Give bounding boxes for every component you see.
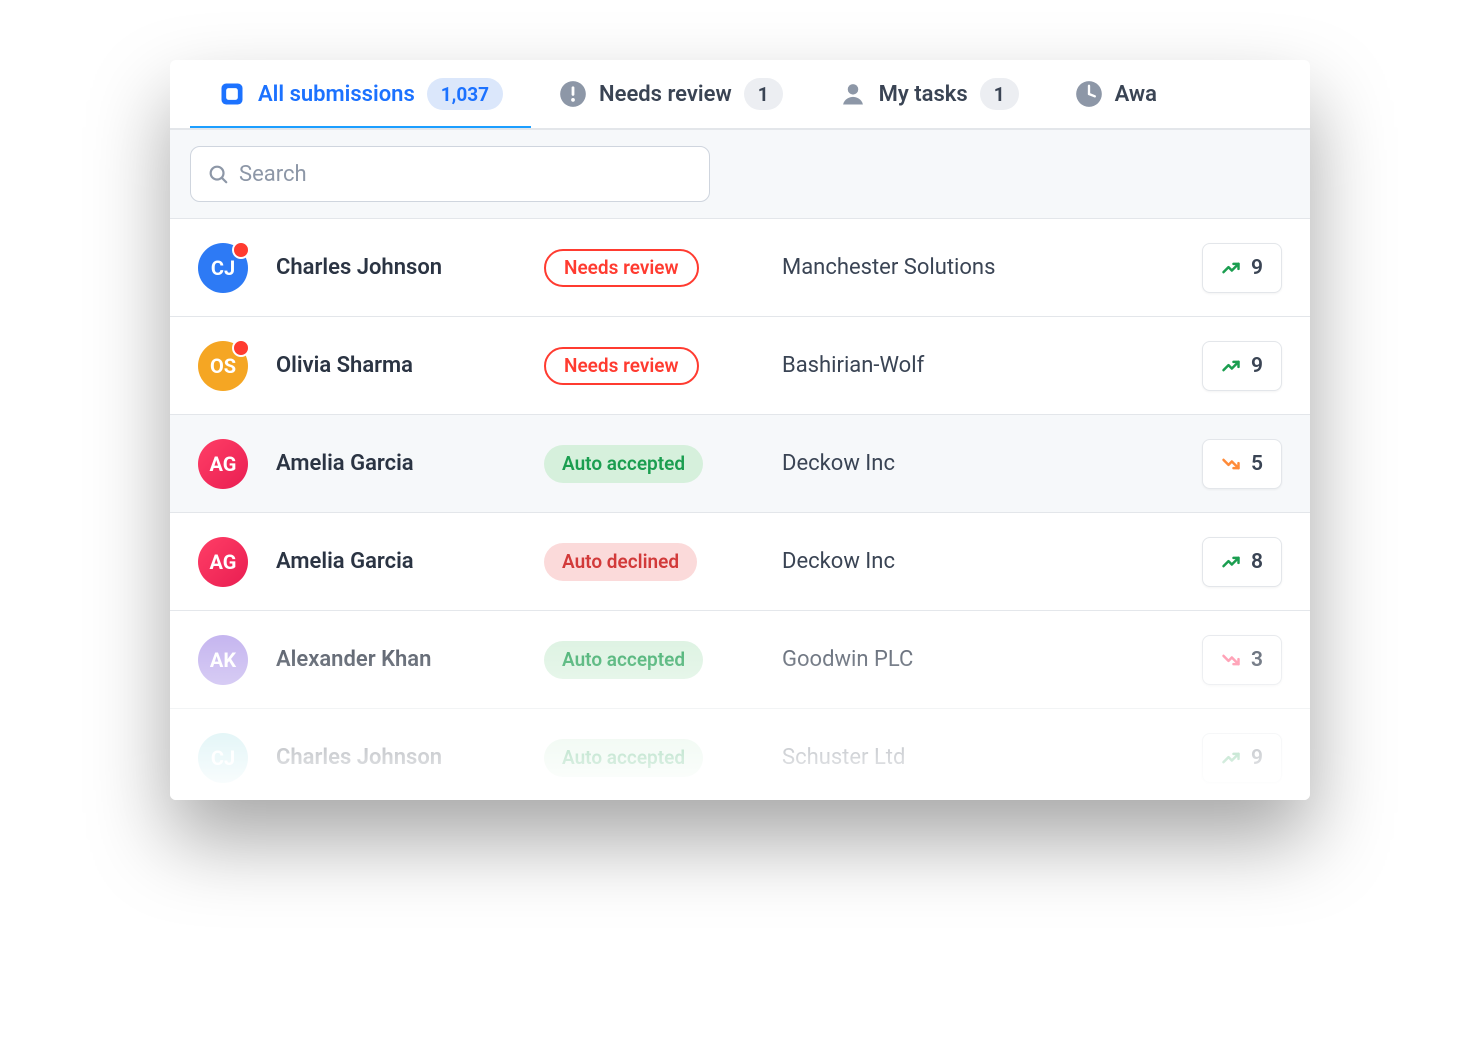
- score-chip[interactable]: 3: [1202, 635, 1282, 685]
- score-chip[interactable]: 8: [1202, 537, 1282, 587]
- tab-label: Needs review: [599, 82, 732, 107]
- submissions-list: CJ Charles Johnson Needs review Manchester …: [170, 219, 1310, 800]
- company-name: Deckow Inc: [782, 549, 1174, 574]
- company-name: Goodwin PLC: [782, 647, 1174, 672]
- score-value: 9: [1251, 354, 1263, 378]
- score-chip[interactable]: 9: [1202, 733, 1282, 783]
- submissions-card: All submissions1,037Needs review1My task…: [170, 60, 1310, 800]
- search-input[interactable]: [239, 162, 693, 187]
- person-icon: [839, 80, 867, 108]
- avatar-initials: CJ: [211, 746, 235, 770]
- submitter-name: Charles Johnson: [276, 745, 516, 770]
- status-cell: Needs review: [544, 347, 754, 385]
- inbox-icon: [218, 80, 246, 108]
- status-badge: Needs review: [544, 347, 699, 385]
- avatar-initials: OS: [210, 354, 236, 378]
- trend-down-icon: [1221, 650, 1241, 670]
- score-value: 5: [1251, 452, 1263, 476]
- trend-up-icon: [1221, 748, 1241, 768]
- search-box[interactable]: [190, 146, 710, 202]
- table-row[interactable]: OS Olivia Sharma Needs review Bashirian-Wol…: [170, 317, 1310, 415]
- avatar: AG: [198, 439, 248, 489]
- avatar: AK: [198, 635, 248, 685]
- avatar-initials: CJ: [211, 256, 235, 280]
- score-value: 8: [1251, 550, 1263, 574]
- status-badge: Auto accepted: [544, 641, 703, 679]
- tab-awa[interactable]: Awa: [1047, 60, 1185, 128]
- score-value: 9: [1251, 256, 1263, 280]
- score-chip[interactable]: 9: [1202, 243, 1282, 293]
- table-row[interactable]: AG Amelia Garcia Auto accepted Deckow Inc 5: [170, 415, 1310, 513]
- status-badge: Auto accepted: [544, 445, 703, 483]
- submitter-name: Amelia Garcia: [276, 451, 516, 476]
- tab-count-badge: 1,037: [427, 78, 503, 110]
- company-name: Deckow Inc: [782, 451, 1174, 476]
- trend-up-icon: [1221, 258, 1241, 278]
- avatar-initials: AG: [210, 550, 237, 574]
- company-name: Schuster Ltd: [782, 745, 1174, 770]
- score-chip[interactable]: 5: [1202, 439, 1282, 489]
- status-badge: Needs review: [544, 249, 699, 287]
- tab-label: My tasks: [879, 82, 968, 107]
- search-icon: [207, 163, 229, 185]
- score-value: 3: [1251, 648, 1263, 672]
- score-value: 9: [1251, 746, 1263, 770]
- status-badge: Auto accepted: [544, 739, 703, 777]
- score-chip[interactable]: 9: [1202, 341, 1282, 391]
- tab-label: All submissions: [258, 82, 415, 107]
- submitter-name: Alexander Khan: [276, 647, 516, 672]
- status-cell: Auto accepted: [544, 641, 754, 679]
- avatar: CJ: [198, 243, 248, 293]
- tab-needs-review[interactable]: Needs review 1: [531, 60, 811, 128]
- tab-label: Awa: [1115, 82, 1157, 107]
- status-cell: Auto accepted: [544, 739, 754, 777]
- avatar: OS: [198, 341, 248, 391]
- status-cell: Needs review: [544, 249, 754, 287]
- trend-down-icon: [1221, 454, 1241, 474]
- trend-up-icon: [1221, 552, 1241, 572]
- table-row[interactable]: CJ Charles Johnson Needs review Manchester …: [170, 219, 1310, 317]
- tabs-bar: All submissions1,037Needs review1My task…: [170, 60, 1310, 130]
- tab-my-tasks[interactable]: My tasks 1: [811, 60, 1047, 128]
- status-cell: Auto declined: [544, 543, 754, 581]
- avatar-initials: AG: [210, 452, 237, 476]
- tab-count-badge: 1: [744, 78, 783, 110]
- submitter-name: Charles Johnson: [276, 255, 516, 280]
- status-badge: Auto declined: [544, 543, 697, 581]
- tab-count-badge: 1: [980, 78, 1019, 110]
- company-name: Bashirian-Wolf: [782, 353, 1174, 378]
- submitter-name: Amelia Garcia: [276, 549, 516, 574]
- tab-all-submissions[interactable]: All submissions 1,037: [190, 60, 531, 128]
- avatar: AG: [198, 537, 248, 587]
- status-cell: Auto accepted: [544, 445, 754, 483]
- clock-icon: [1075, 80, 1103, 108]
- trend-up-icon: [1221, 356, 1241, 376]
- table-row[interactable]: AK Alexander Khan Auto accepted Goodwin PLC…: [170, 611, 1310, 709]
- avatar: CJ: [198, 733, 248, 783]
- submitter-name: Olivia Sharma: [276, 353, 516, 378]
- table-row[interactable]: AG Amelia Garcia Auto declined Deckow Inc 8: [170, 513, 1310, 611]
- company-name: Manchester Solutions: [782, 255, 1174, 280]
- table-row[interactable]: CJ Charles Johnson Auto accepted Schuster L…: [170, 709, 1310, 800]
- avatar-initials: AK: [210, 648, 236, 672]
- toolbar: [170, 130, 1310, 219]
- alert-icon: [559, 80, 587, 108]
